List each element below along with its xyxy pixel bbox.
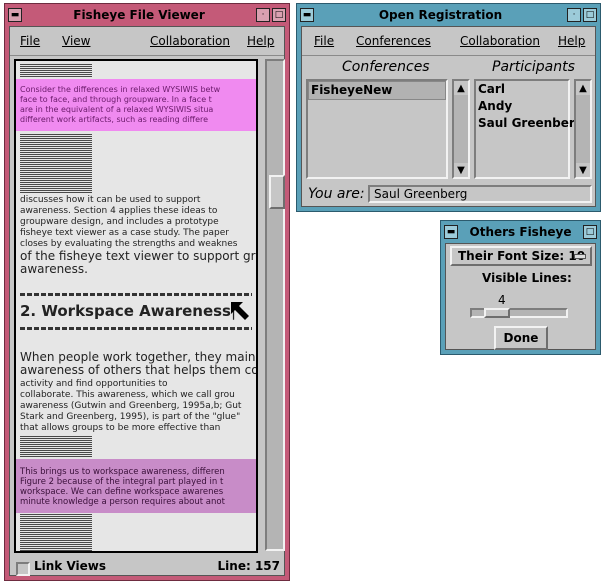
mouse-pointer-icon xyxy=(231,302,249,320)
conferences-scrollbar[interactable]: ▲ ▼ xyxy=(452,79,470,179)
compressed-text xyxy=(20,133,92,193)
paragraph-2: discusses how it can be used to support a… xyxy=(20,195,238,249)
compressed-text xyxy=(20,513,92,551)
list-item[interactable]: Carl xyxy=(476,81,568,98)
compressed-text xyxy=(20,63,92,77)
paragraph-3: activity and find opportunities to collab… xyxy=(20,379,242,433)
registration-titlebar[interactable]: ▬ Open Registration · □ xyxy=(300,7,597,23)
others-titlebar[interactable]: ▬ Others Fisheye □ xyxy=(444,224,597,240)
paragraph-2-large: of the fisheye text viewer to support gr… xyxy=(20,250,256,276)
you-are-field[interactable]: Saul Greenberg xyxy=(368,185,592,203)
menu-collaboration[interactable]: Collaboration xyxy=(150,34,230,48)
list-item[interactable]: FisheyeNew xyxy=(308,81,446,100)
link-views-label: Link Views xyxy=(34,559,107,573)
others-body: Their Font Size: 10 Visible Lines: 4 Don… xyxy=(445,243,596,350)
font-size-label: Their Font Size: 10 xyxy=(458,249,586,263)
focus-heading: 2. Workspace Awareness| xyxy=(20,302,236,320)
font-size-menu[interactable]: Their Font Size: 10 xyxy=(450,246,592,266)
you-are-label: You are: xyxy=(308,186,365,202)
paragraph-4: This brings us to workspace awareness, d… xyxy=(20,467,225,507)
others-fisheye-window: ▬ Others Fisheye □ Their Font Size: 10 V… xyxy=(440,220,601,355)
registration-menubar: File Conferences Collaboration Help xyxy=(302,27,595,56)
link-views-checkbox[interactable] xyxy=(16,562,30,576)
slider-thumb[interactable] xyxy=(484,308,510,318)
conferences-list[interactable]: FisheyeNew xyxy=(306,79,448,179)
scroll-down-icon[interactable]: ▼ xyxy=(576,163,590,177)
scroll-up-icon[interactable]: ▲ xyxy=(576,81,590,95)
divider xyxy=(20,293,252,296)
scroll-up-icon[interactable]: ▲ xyxy=(454,81,468,95)
menu-view[interactable]: View xyxy=(62,34,90,48)
menu-file[interactable]: File xyxy=(20,34,40,48)
conferences-header: Conferences xyxy=(342,59,430,75)
others-title: Others Fisheye xyxy=(469,225,572,239)
menu-conferences[interactable]: Conferences xyxy=(356,34,431,48)
list-item[interactable]: Saul Greenberg xyxy=(476,115,583,132)
maximize-icon[interactable]: □ xyxy=(583,225,597,239)
done-button[interactable]: Done xyxy=(494,326,548,350)
viewer-titlebar[interactable]: ▬ Fisheye File Viewer · □ xyxy=(8,7,286,23)
window-menu-icon[interactable]: ▬ xyxy=(8,8,22,22)
registration-body: File Conferences Collaboration Help Conf… xyxy=(301,26,596,207)
visible-lines-value: 4 xyxy=(498,293,506,307)
paragraph-3-large: When people work together, they main awar… xyxy=(20,351,256,377)
line-number-status: Line: 157 xyxy=(217,559,280,573)
visible-lines-slider[interactable] xyxy=(470,308,568,318)
vertical-scrollbar[interactable] xyxy=(265,59,285,551)
fisheye-viewer-window: ▬ Fisheye File Viewer · □ File View Coll… xyxy=(4,3,290,581)
fisheye-document[interactable]: Consider the differences in relaxed WYSI… xyxy=(14,59,258,553)
menu-collaboration[interactable]: Collaboration xyxy=(460,34,540,48)
viewer-title: Fisheye File Viewer xyxy=(73,8,205,22)
registration-window: ▬ Open Registration · □ File Conferences… xyxy=(296,3,601,212)
paragraph-1: Consider the differences in relaxed WYSI… xyxy=(20,85,221,124)
menu-help[interactable]: Help xyxy=(247,34,274,48)
participants-list[interactable]: Carl Andy Saul Greenberg xyxy=(474,79,583,179)
visible-lines-label: Visible Lines: xyxy=(482,271,572,285)
list-item[interactable]: Andy xyxy=(476,98,568,115)
participants-header: Participants xyxy=(492,59,575,75)
maximize-icon[interactable]: □ xyxy=(583,8,597,22)
option-menu-icon xyxy=(574,254,586,259)
viewer-body: File View Collaboration Help Consider th… xyxy=(9,26,285,576)
divider xyxy=(20,327,252,330)
viewer-menubar: File View Collaboration Help xyxy=(10,27,284,56)
minimize-icon[interactable]: · xyxy=(256,8,270,22)
menu-file[interactable]: File xyxy=(314,34,334,48)
window-menu-icon[interactable]: ▬ xyxy=(444,225,458,239)
scroll-down-icon[interactable]: ▼ xyxy=(454,163,468,177)
registration-title: Open Registration xyxy=(378,8,503,22)
scroll-thumb[interactable] xyxy=(269,175,285,209)
compressed-text xyxy=(20,435,92,457)
window-menu-icon[interactable]: ▬ xyxy=(300,8,314,22)
menu-help[interactable]: Help xyxy=(558,34,585,48)
participants-scrollbar[interactable]: ▲ ▼ xyxy=(574,79,592,179)
maximize-icon[interactable]: □ xyxy=(272,8,286,22)
minimize-icon[interactable]: · xyxy=(567,8,581,22)
